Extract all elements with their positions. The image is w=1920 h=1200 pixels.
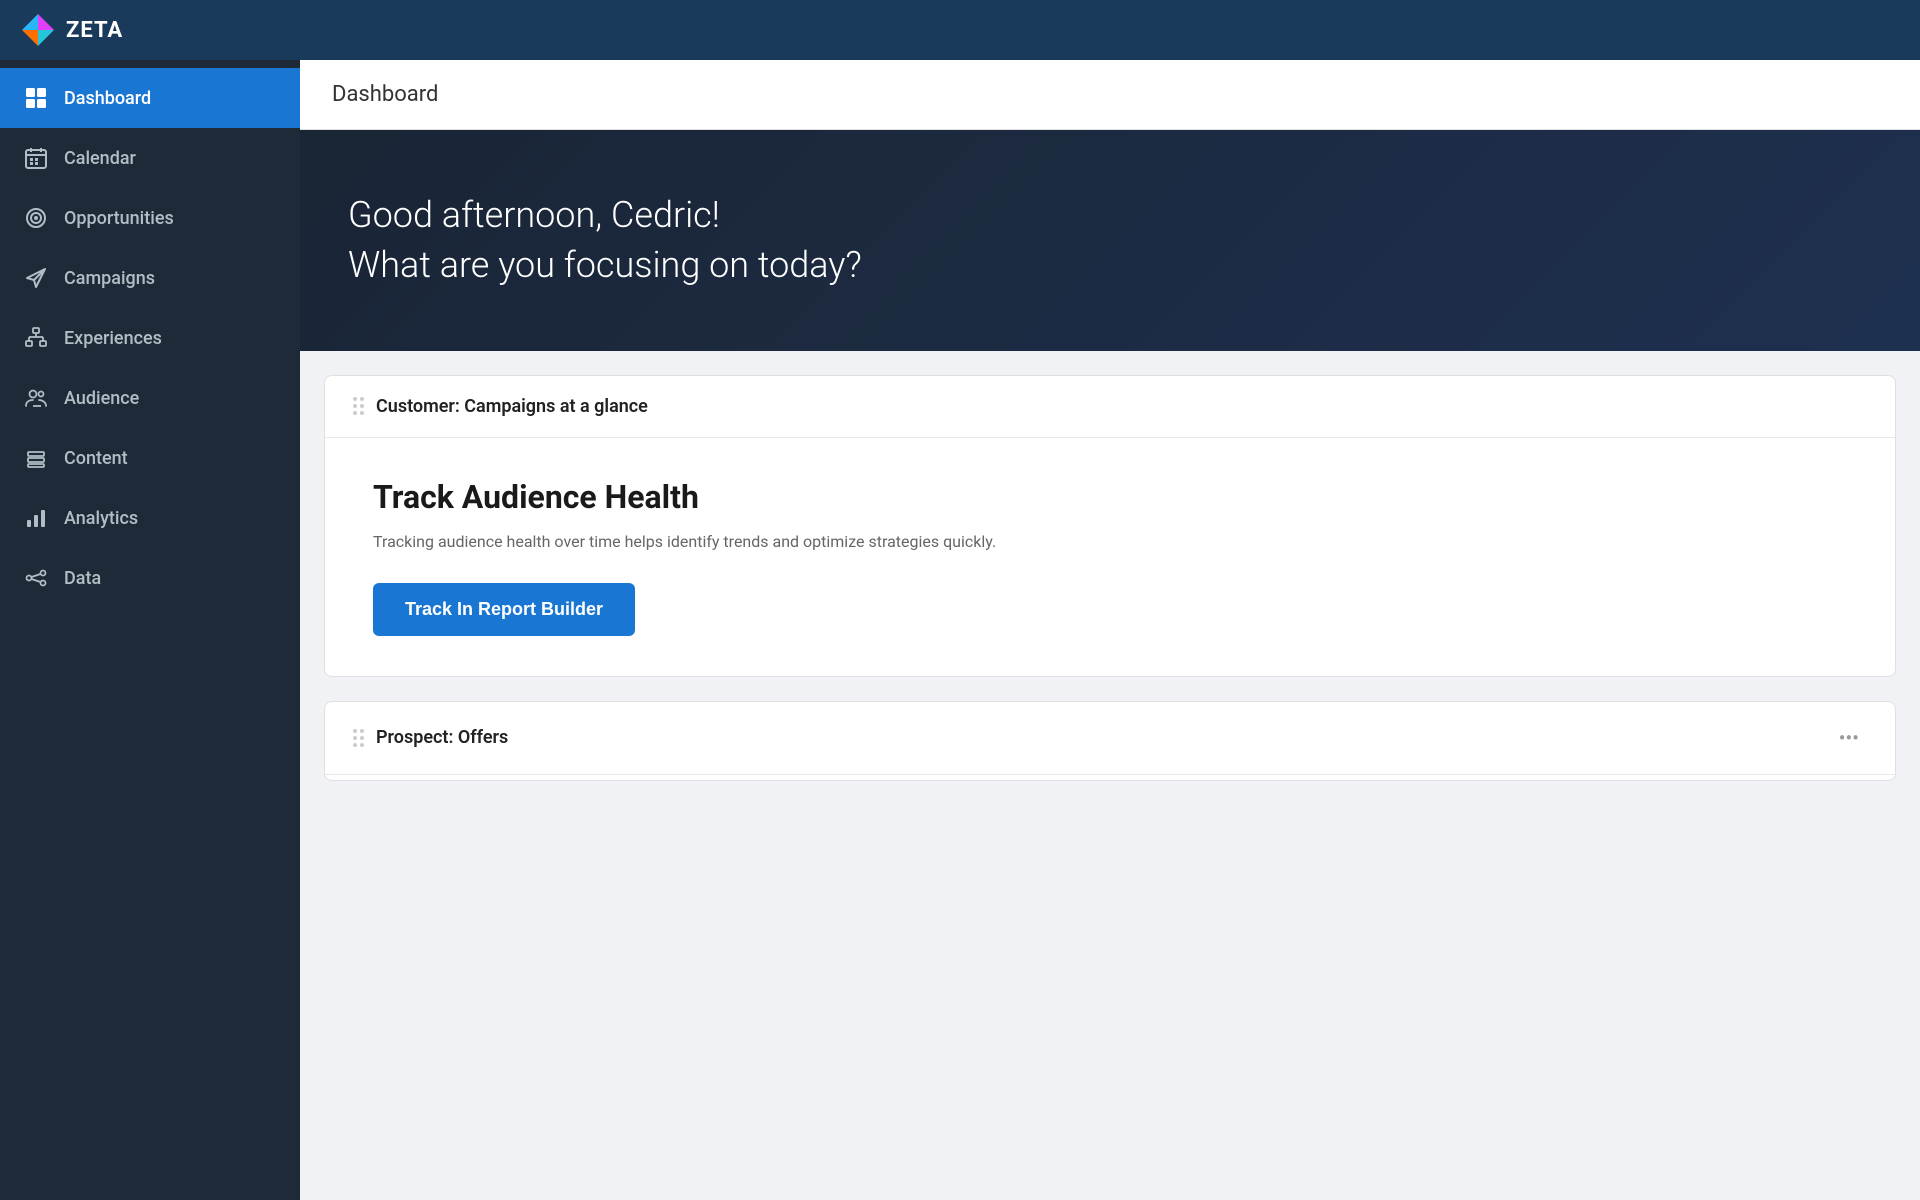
page-title: Dashboard (332, 82, 1888, 107)
greeting-line2: What are you focusing on today? (348, 240, 1872, 290)
sidebar-item-campaigns[interactable]: Campaigns (0, 248, 300, 308)
sidebar-item-experiences[interactable]: Experiences (0, 308, 300, 368)
sidebar-item-calendar-label: Calendar (64, 148, 136, 169)
logo-text: ZETA (66, 18, 123, 43)
sidebar-item-opportunities[interactable]: Opportunities (0, 188, 300, 248)
top-header: ZETA (0, 0, 1920, 60)
zeta-logo-icon (20, 12, 56, 48)
hero-greeting: Good afternoon, Cedric! What are you foc… (348, 190, 1872, 291)
sidebar-item-data[interactable]: Data (0, 548, 300, 608)
more-options-button[interactable]: ••• (1831, 722, 1867, 754)
sidebar-item-opportunities-label: Opportunities (64, 208, 174, 229)
campaigns-glance-card: Customer: Campaigns at a glance Track Au… (324, 375, 1896, 677)
sidebar-item-audience-label: Audience (64, 388, 139, 409)
track-audience-description: Tracking audience health over time helps… (373, 532, 1173, 551)
sidebar-item-content-label: Content (64, 448, 128, 469)
send-icon (24, 266, 48, 290)
card-header-left: Customer: Campaigns at a glance (353, 396, 648, 417)
offers-card-title: Prospect: Offers (376, 727, 508, 748)
grid-icon (24, 86, 48, 110)
drag-handle[interactable] (353, 397, 364, 415)
users-icon (24, 386, 48, 410)
drag-dots (353, 397, 364, 415)
hierarchy-icon (24, 326, 48, 350)
sidebar-item-analytics[interactable]: Analytics (0, 488, 300, 548)
sidebar-item-audience[interactable]: Audience (0, 368, 300, 428)
sidebar-item-data-label: Data (64, 568, 101, 589)
card-header-offers: Prospect: Offers ••• (325, 702, 1895, 775)
prospect-offers-card: Prospect: Offers ••• (324, 701, 1896, 781)
logo-area: ZETA (20, 12, 123, 48)
chart-icon (24, 506, 48, 530)
sidebar-item-experiences-label: Experiences (64, 328, 162, 349)
drag-dots-offers (353, 729, 364, 747)
sidebar-item-calendar[interactable]: Calendar (0, 128, 300, 188)
page-header: Dashboard (300, 60, 1920, 130)
data-icon (24, 566, 48, 590)
card-header-offers-left: Prospect: Offers (353, 727, 508, 748)
sidebar-item-content[interactable]: Content (0, 428, 300, 488)
sidebar: Dashboard Calendar (0, 60, 300, 1200)
campaigns-card-title: Customer: Campaigns at a glance (376, 396, 648, 417)
track-audience-title: Track Audience Health (373, 478, 1847, 516)
sidebar-item-analytics-label: Analytics (64, 508, 138, 529)
card-body-campaigns: Track Audience Health Tracking audience … (325, 438, 1895, 676)
hero-banner: Good afternoon, Cedric! What are you foc… (300, 130, 1920, 351)
drag-handle-offers[interactable] (353, 729, 364, 747)
calendar-icon (24, 146, 48, 170)
content-area: Dashboard Good afternoon, Cedric! What a… (300, 60, 1920, 1200)
sidebar-item-campaigns-label: Campaigns (64, 268, 155, 289)
target-icon (24, 206, 48, 230)
layers-icon (24, 446, 48, 470)
cards-area: Customer: Campaigns at a glance Track Au… (300, 351, 1920, 1200)
track-report-builder-button[interactable]: Track In Report Builder (373, 583, 635, 636)
main-layout: Dashboard Calendar (0, 60, 1920, 1200)
greeting-line1: Good afternoon, Cedric! (348, 190, 1872, 240)
sidebar-item-dashboard-label: Dashboard (64, 88, 151, 109)
card-header-campaigns: Customer: Campaigns at a glance (325, 376, 1895, 438)
sidebar-item-dashboard[interactable]: Dashboard (0, 68, 300, 128)
